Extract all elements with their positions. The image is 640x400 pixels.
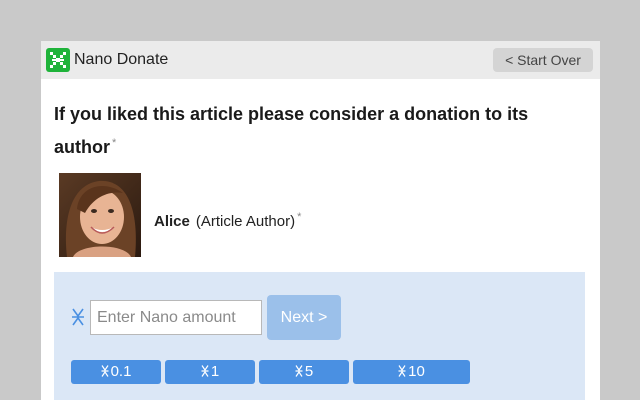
- start-over-button[interactable]: < Start Over: [493, 48, 593, 72]
- preset-value: 5: [304, 363, 314, 380]
- headline-asterisk: *: [112, 137, 117, 149]
- preset-value: 10: [408, 363, 425, 380]
- nano-icon: [72, 308, 84, 326]
- donation-form: Next > 0.1 1 5 10: [54, 272, 585, 400]
- preset-button-5[interactable]: 5: [259, 360, 349, 384]
- next-button[interactable]: Next >: [267, 295, 341, 340]
- nano-icon: [398, 365, 406, 377]
- preset-value: 1: [210, 363, 220, 380]
- avatar: [59, 173, 141, 257]
- headline-text: If you liked this article please conside…: [54, 104, 529, 157]
- preset-value: 0.1: [110, 363, 132, 380]
- nano-logo-icon: [46, 48, 70, 72]
- page-title: If you liked this article please conside…: [54, 100, 574, 162]
- author-name: Alice: [154, 213, 190, 230]
- nano-icon: [101, 365, 109, 377]
- preset-button-0.1[interactable]: 0.1: [71, 360, 161, 384]
- brand-title: Nano Donate: [74, 51, 169, 68]
- author-line: Alice (Article Author) *: [154, 207, 301, 232]
- amount-input[interactable]: [90, 300, 262, 335]
- preset-button-10[interactable]: 10: [353, 360, 470, 384]
- preset-button-1[interactable]: 1: [165, 360, 255, 384]
- nano-icon: [295, 365, 303, 377]
- header-bar: Nano Donate < Start Over: [41, 41, 600, 79]
- donate-widget: Nano Donate < Start Over If you liked th…: [41, 41, 600, 400]
- author-role: (Article Author): [195, 213, 296, 230]
- nano-icon: [201, 365, 209, 377]
- author-asterisk: *: [297, 211, 302, 223]
